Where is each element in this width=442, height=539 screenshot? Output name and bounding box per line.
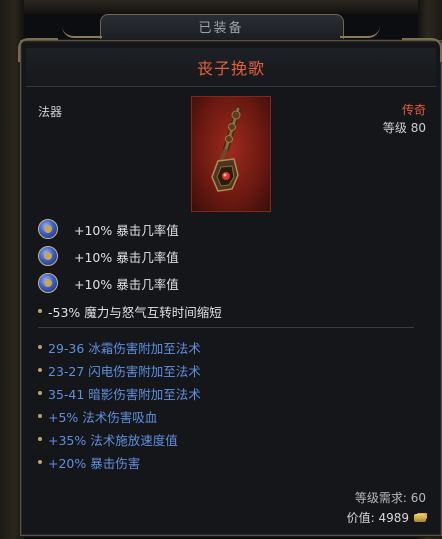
gem-stat-text: +10% 暴击几率值	[74, 222, 179, 238]
affix-stat-line: 29-36 冰霜伤害附加至法术	[38, 338, 201, 356]
bullet-icon	[38, 391, 42, 395]
gold-coin-icon	[414, 513, 426, 522]
bullet-icon	[38, 437, 42, 441]
bullet-icon	[38, 368, 42, 372]
item-image	[191, 96, 271, 212]
ornament-left	[62, 26, 102, 38]
affix-stat-text: 23-27 闪电伤害附加至法术	[48, 363, 201, 379]
price-text: 价值: 4989	[346, 511, 409, 525]
affix-stat-line: +5% 法术伤害吸血	[38, 407, 157, 425]
affix-stat-text: 35-41 暗影伤害附加至法术	[48, 386, 201, 402]
gem-stat-row: +10% 暴击几率值	[38, 272, 179, 294]
item-rarity: 传奇	[401, 103, 426, 117]
item-level: 等级 80	[382, 121, 426, 135]
bullet-icon	[38, 309, 42, 313]
gem-stat-text: +10% 暴击几率值	[74, 276, 179, 292]
divider	[38, 327, 414, 328]
background-top	[0, 0, 442, 14]
affix-stat-text: +5% 法术伤害吸血	[48, 409, 158, 425]
sapphire-gem-icon	[38, 273, 58, 293]
mace-icon	[211, 106, 241, 192]
affix-stat-line: +35% 法术施放速度值	[38, 430, 178, 448]
base-stat-line: -53% 魔力与怒气互转时间缩短	[38, 302, 222, 320]
item-price: 价值: 4989	[347, 509, 426, 526]
sapphire-gem-icon	[38, 219, 58, 239]
gem-stat-row: +10% 暴击几率值	[38, 245, 179, 267]
bullet-icon	[38, 414, 42, 418]
bullet-icon	[38, 345, 42, 349]
item-title-bar: 丧子挽歌	[26, 48, 436, 87]
affix-stat-text: +20% 暴击伤害	[48, 455, 141, 471]
sapphire-gem-icon	[38, 246, 58, 266]
item-name: 丧子挽歌	[196, 59, 265, 78]
gem-stat-text: +10% 暴击几率值	[74, 249, 179, 265]
item-type: 法器	[38, 105, 63, 119]
affix-stat-line: +20% 暴击伤害	[38, 453, 140, 471]
equipped-label: 已装备	[198, 21, 244, 36]
level-requirement: 等级需求: 60	[354, 491, 426, 505]
base-stat-text: -53% 魔力与怒气互转时间缩短	[48, 304, 222, 320]
ornament-right	[340, 26, 380, 38]
affix-stat-line: 35-41 暗影伤害附加至法术	[38, 384, 201, 402]
affix-stat-line: 23-27 闪电伤害附加至法术	[38, 361, 201, 379]
bullet-icon	[38, 460, 42, 464]
gem-stat-row: +10% 暴击几率值	[38, 218, 179, 240]
affix-stat-text: 29-36 冰霜伤害附加至法术	[48, 340, 201, 356]
affix-stat-text: +35% 法术施放速度值	[48, 432, 178, 448]
